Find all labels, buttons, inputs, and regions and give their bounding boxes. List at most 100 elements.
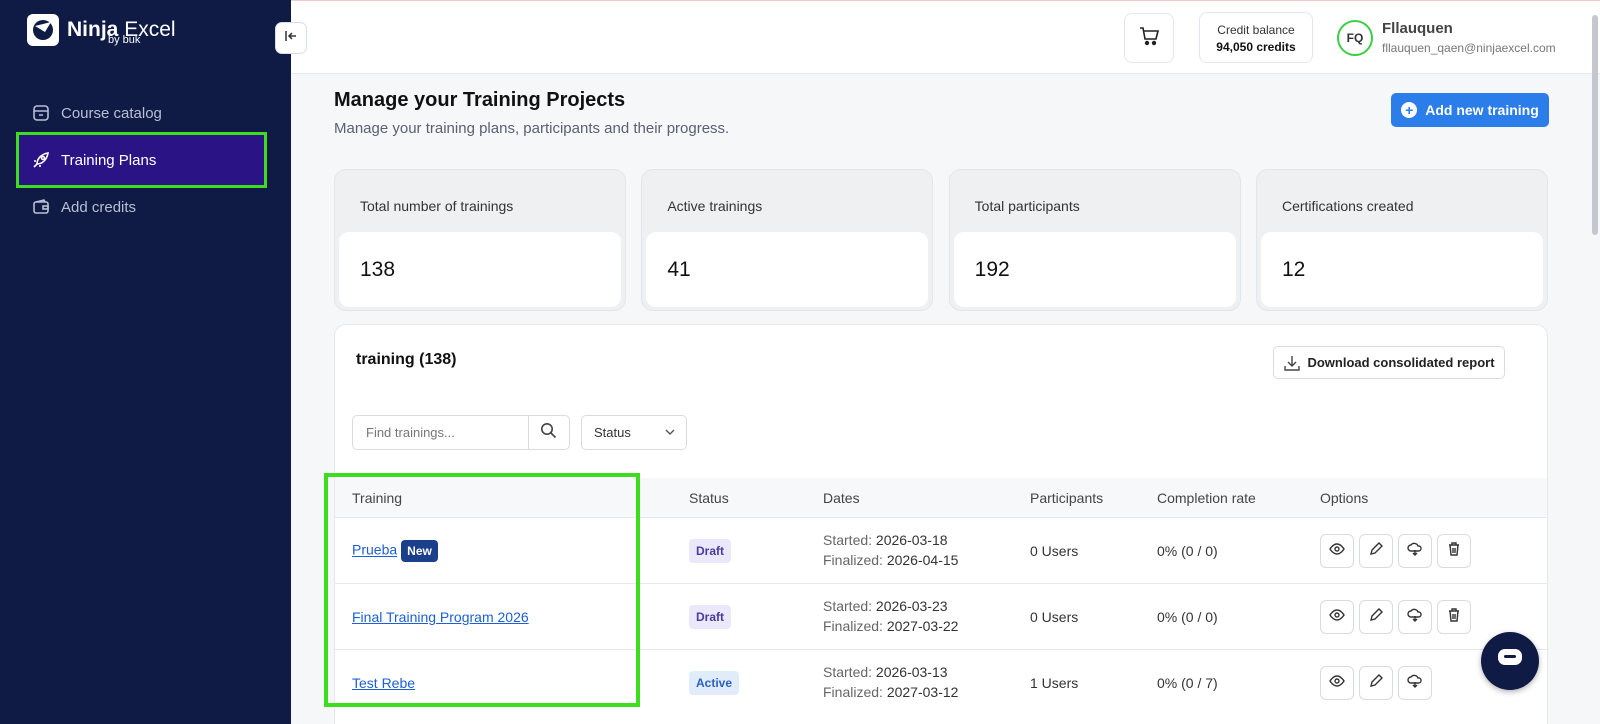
search-input[interactable]	[353, 416, 529, 449]
sidebar-item-course-catalog[interactable]: Course catalog	[19, 92, 264, 134]
stat-card-total-trainings: Total number of trainings 138	[334, 169, 626, 311]
view-button[interactable]	[1320, 600, 1354, 634]
edit-button[interactable]	[1359, 600, 1393, 634]
stat-label: Active trainings	[667, 198, 763, 214]
collapse-arrow-icon	[283, 28, 299, 49]
cart-icon	[1137, 24, 1161, 53]
brand-logo[interactable]: Ninja Excel	[27, 14, 176, 46]
view-button[interactable]	[1320, 666, 1354, 700]
duplicate-button[interactable]	[1398, 534, 1432, 568]
finalized-date: 2026-04-15	[886, 552, 959, 568]
column-header-options: Options	[1320, 490, 1369, 506]
stat-card-active-trainings: Active trainings 41	[641, 169, 934, 311]
delete-button[interactable]	[1437, 534, 1471, 568]
pencil-icon	[1368, 541, 1384, 562]
eye-icon	[1329, 541, 1345, 562]
status-cell: Draft	[689, 605, 732, 629]
user-name: Fllauquen	[1382, 20, 1453, 37]
finalized-date: 2027-03-12	[886, 684, 959, 700]
stat-value: 138	[360, 258, 396, 281]
stat-label: Certifications created	[1281, 198, 1414, 214]
view-button[interactable]	[1320, 534, 1354, 568]
search-icon	[540, 422, 557, 444]
finalized-date: 2027-03-22	[886, 618, 959, 634]
chat-icon	[1497, 648, 1523, 675]
column-header-status[interactable]: Status	[689, 490, 729, 506]
sidebar-item-label: Course catalog	[61, 104, 162, 122]
add-new-training-label: Add new training	[1425, 102, 1539, 118]
participants-cell: 0 Users	[1030, 609, 1079, 625]
stat-label: Total number of trainings	[360, 198, 514, 214]
add-new-training-button[interactable]: + Add new training	[1391, 93, 1549, 127]
sidebar-nav: Course catalog Training Plans Add credit…	[16, 92, 267, 229]
search-box	[352, 415, 570, 450]
table-title: training (138)	[356, 351, 457, 368]
column-header-participants[interactable]: Participants	[1030, 490, 1103, 506]
trash-icon	[1446, 607, 1462, 628]
status-badge: Active	[689, 671, 740, 695]
completion-cell: 0% (0 / 7)	[1157, 675, 1218, 691]
started-date: 2026-03-13	[875, 664, 948, 680]
stat-label: Total participants	[974, 198, 1080, 214]
download-report-label: Download consolidated report	[1307, 355, 1495, 370]
chat-button[interactable]	[1481, 632, 1539, 690]
edit-button[interactable]	[1359, 534, 1393, 568]
duplicate-button[interactable]	[1398, 600, 1432, 634]
user-email: fllauquen_qaen@ninjaexcel.com	[1382, 41, 1556, 55]
stat-card-certifications: Certifications created 12	[1255, 169, 1548, 311]
completion-cell: 0% (0 / 0)	[1157, 543, 1218, 559]
cloud-icon	[1407, 673, 1423, 694]
credit-balance-label: Credit balance	[1217, 23, 1295, 37]
cart-button[interactable]	[1124, 13, 1174, 63]
started-date: 2026-03-23	[875, 598, 948, 614]
stat-value: 12	[1281, 258, 1306, 281]
search-button[interactable]	[528, 416, 569, 449]
status-filter-value: Status	[594, 425, 631, 440]
credit-balance[interactable]: Credit balance 94,050 credits	[1199, 12, 1313, 63]
pencil-icon	[1368, 673, 1384, 694]
duplicate-button[interactable]	[1398, 666, 1432, 700]
column-header-dates[interactable]: Dates	[823, 490, 860, 506]
store-icon	[31, 103, 51, 123]
dates-cell: Started: 2026-03-13 Finalized: 2027-03-1…	[823, 664, 959, 700]
delete-button[interactable]	[1437, 600, 1471, 634]
collapse-sidebar-button[interactable]	[275, 22, 307, 54]
edit-button[interactable]	[1359, 666, 1393, 700]
sidebar-item-training-plans[interactable]: Training Plans	[16, 132, 267, 188]
sidebar: Ninja Excel by buk Course catalog Traini…	[0, 0, 291, 724]
started-date: 2026-03-18	[875, 532, 948, 548]
sidebar-item-label: Add credits	[61, 198, 137, 216]
status-cell: Draft	[689, 539, 732, 563]
eye-icon	[1329, 673, 1345, 694]
status-badge: Draft	[689, 605, 732, 629]
pencil-icon	[1368, 607, 1384, 628]
plus-icon: +	[1401, 102, 1418, 118]
stat-value: 192	[974, 258, 1010, 281]
scrollbar[interactable]	[1592, 15, 1598, 235]
user-info[interactable]: Fllauquen fllauquen_qaen@ninjaexcel.com	[1382, 20, 1556, 55]
highlight-box-training-column	[324, 473, 640, 707]
dates-cell: Started: 2026-03-18 Finalized: 2026-04-1…	[823, 532, 959, 568]
stat-card-total-participants: Total participants 192	[948, 169, 1241, 311]
column-header-completion[interactable]: Completion rate	[1157, 490, 1256, 506]
credit-balance-value: 94,050 credits	[1216, 40, 1296, 54]
avatar[interactable]: FQ	[1337, 20, 1373, 56]
wallet-icon	[31, 197, 51, 217]
rocket-icon	[31, 150, 51, 170]
cloud-icon	[1407, 541, 1423, 562]
trash-icon	[1446, 541, 1462, 562]
completion-cell: 0% (0 / 0)	[1157, 609, 1218, 625]
download-report-button[interactable]: Download consolidated report	[1273, 346, 1505, 379]
sidebar-item-add-credits[interactable]: Add credits	[19, 186, 264, 228]
stats-row: Total number of trainings 138 Active tra…	[334, 169, 1548, 311]
status-badge: Draft	[689, 539, 732, 563]
top-header: Credit balance 94,050 credits FQ Fllauqu…	[291, 0, 1600, 235]
dates-cell: Started: 2026-03-23 Finalized: 2027-03-2…	[823, 598, 959, 634]
status-filter-select[interactable]: Status	[581, 415, 687, 450]
cloud-icon	[1407, 607, 1423, 628]
participants-cell: 1 Users	[1030, 675, 1079, 691]
stat-value: 41	[667, 258, 691, 281]
status-cell: Active	[689, 671, 740, 695]
page-subtitle: Manage your training plans, participants…	[334, 120, 730, 137]
sidebar-item-label: Training Plans	[61, 151, 157, 169]
